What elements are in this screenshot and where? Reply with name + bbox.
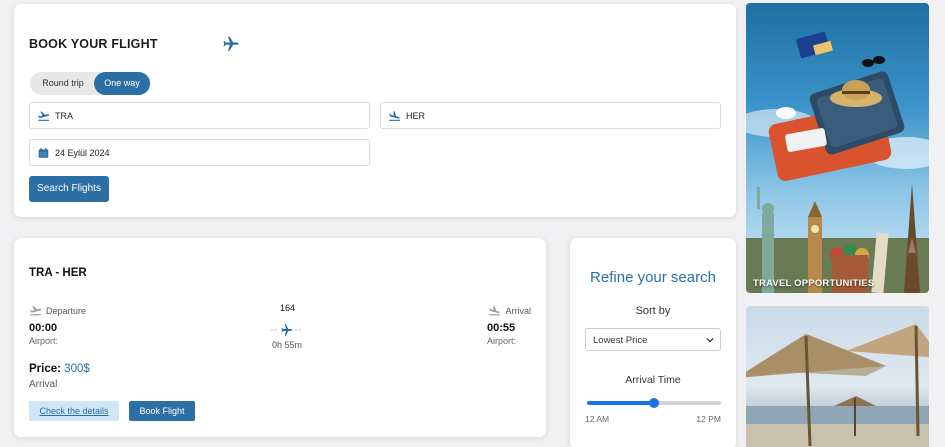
landing-icon (489, 305, 501, 316)
beach-umbrella-illustration (746, 324, 929, 447)
price: Price: 300$ (29, 363, 90, 375)
refine-search-card: Refine your search Sort by Lowest Price … (570, 238, 736, 447)
date-input[interactable]: 24 Eylül 2024 (29, 139, 370, 166)
arrival-time-slider[interactable] (587, 398, 721, 408)
arrival-subtext: Arrival (29, 379, 58, 390)
round-trip-option[interactable]: Round trip (32, 72, 94, 95)
landing-icon (389, 111, 400, 121)
origin-value: TRA (55, 111, 73, 121)
calendar-icon (38, 147, 49, 158)
sort-select[interactable]: Lowest Price (585, 328, 721, 351)
travel-collage-illustration (746, 31, 929, 293)
search-flights-button[interactable]: Search Flights (29, 176, 109, 202)
departure-text: Departure (46, 305, 87, 316)
chevron-down-icon (706, 337, 714, 343)
price-label: Price: (29, 363, 61, 375)
booking-title: BOOK YOUR FLIGHT (29, 37, 158, 51)
takeoff-icon (30, 305, 41, 316)
date-value: 24 Eylül 2024 (55, 148, 110, 158)
destination-input[interactable]: HER (380, 102, 721, 129)
plane-icon (223, 36, 239, 51)
price-value: 300$ (64, 363, 90, 375)
origin-input[interactable]: TRA (29, 102, 370, 129)
flight-duration: 0h 55m (272, 340, 303, 350)
destination-value: HER (406, 111, 426, 121)
slider-fill (587, 401, 654, 405)
travel-promo-image[interactable]: TRAVEL OPPORTUNITIES (746, 3, 929, 293)
arrival-label: Arrival (488, 305, 531, 316)
refine-title: Refine your search (590, 269, 716, 286)
trip-type-toggle: Round trip One way (30, 72, 151, 95)
arrival-text: Arrival (505, 305, 531, 316)
arrival-time-label: Arrival Time (625, 374, 681, 386)
arrival-airport: Airport: (487, 336, 517, 346)
plane-icon (271, 324, 301, 336)
departure-airport: Airport: (29, 336, 59, 346)
beach-promo-image[interactable] (746, 306, 929, 447)
flight-number: 164 (280, 303, 296, 313)
booking-card: BOOK YOUR FLIGHT Round trip One way TRA … (14, 4, 736, 217)
slider-min-label: 12 AM (585, 414, 610, 424)
slider-thumb[interactable] (649, 398, 659, 408)
arrival-time: 00:55 (487, 322, 516, 334)
slider-max-label: 12 PM (696, 414, 721, 424)
book-flight-button[interactable]: Book Flight (129, 401, 195, 421)
departure-label: Departure (29, 305, 86, 316)
takeoff-icon (38, 111, 49, 121)
check-details-button[interactable]: Check the details (29, 401, 119, 421)
one-way-option[interactable]: One way (94, 72, 150, 95)
promo-caption: TRAVEL OPPORTUNITIES (753, 278, 875, 289)
route-title: TRA - HER (29, 267, 87, 279)
flight-result-card: TRA - HER Departure Arrival 00:00 00:55 … (14, 238, 546, 437)
departure-time: 00:00 (29, 322, 58, 334)
sort-value: Lowest Price (593, 335, 648, 346)
sort-label: Sort by (635, 305, 671, 317)
